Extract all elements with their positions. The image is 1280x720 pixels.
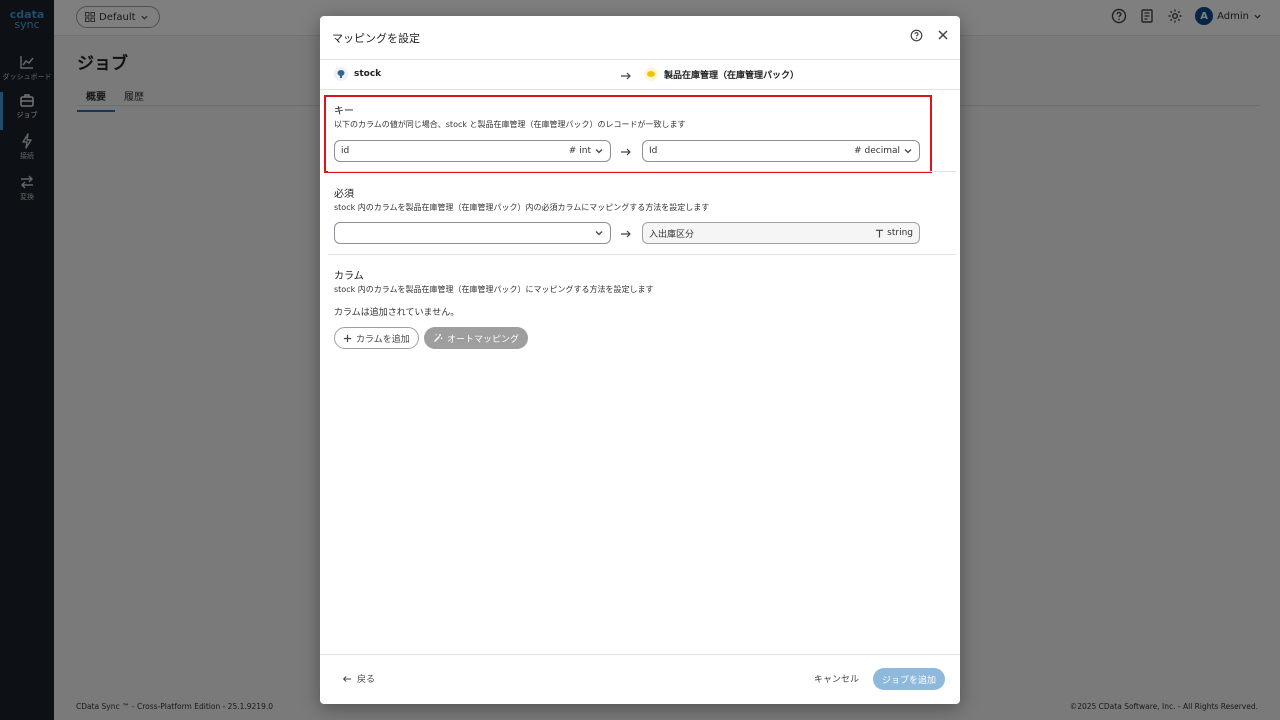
plus-icon: [343, 334, 352, 342]
chevron-down-icon: [595, 149, 603, 154]
divider: [328, 254, 956, 255]
arrow-right-icon: [621, 230, 631, 238]
postgres-icon: [334, 67, 348, 81]
required-section-title: 必須: [334, 189, 354, 200]
hash-icon: #: [853, 146, 862, 156]
key-source-value: id: [341, 146, 350, 156]
mapping-dialog: マッピングを設定 stock 製品在庫管理（在庫管理パック） キー 以下のカラム…: [320, 16, 960, 704]
add-column-button[interactable]: カラムを追加: [334, 327, 419, 349]
divider: [328, 171, 956, 172]
arrow-right-icon: [621, 72, 631, 80]
destination-name: 製品在庫管理（在庫管理パック）: [664, 70, 800, 81]
add-job-button[interactable]: ジョブを追加: [873, 668, 946, 690]
columns-empty-message: カラムは追加されていません。: [334, 308, 460, 318]
key-dest-column-select[interactable]: Id # decimal: [642, 140, 920, 162]
key-section-description: 以下のカラムの値が同じ場合、stock と製品在庫管理（在庫管理パック）のレコー…: [334, 120, 686, 129]
required-dest-column: 入出庫区分 string: [642, 222, 920, 244]
hash-icon: #: [568, 146, 577, 156]
mapping-header: stock 製品在庫管理（在庫管理パック）: [334, 67, 946, 85]
kintone-icon: [644, 67, 658, 81]
back-label: 戻る: [357, 675, 376, 685]
destination-table: 製品在庫管理（在庫管理パック）: [644, 67, 799, 81]
source-name: stock: [354, 69, 382, 79]
dialog-title: マッピングを設定: [332, 32, 420, 45]
cancel-button[interactable]: キャンセル: [814, 672, 859, 685]
chevron-down-icon: [595, 231, 603, 236]
help-icon[interactable]: [910, 29, 923, 42]
auto-mapping-label: オートマッピング: [447, 334, 520, 345]
columns-section-title: カラム: [334, 271, 364, 282]
arrow-left-icon: [342, 675, 352, 682]
key-dest-value: Id: [649, 146, 658, 156]
arrow-right-icon: [621, 148, 631, 156]
chevron-down-icon: [904, 149, 912, 154]
required-dest-value: 入出庫区分: [649, 229, 695, 240]
required-dest-type: string: [887, 228, 913, 238]
auto-mapping-button[interactable]: オートマッピング: [424, 327, 529, 349]
back-button[interactable]: 戻る: [342, 672, 375, 685]
key-source-type: int: [579, 146, 591, 156]
divider: [320, 59, 960, 60]
required-source-column-select[interactable]: [334, 222, 611, 244]
magic-wand-icon: [434, 334, 443, 342]
key-dest-type: decimal: [864, 146, 900, 156]
divider: [320, 654, 960, 655]
add-column-label: カラムを追加: [356, 334, 410, 345]
required-section-description: stock 内のカラムを製品在庫管理（在庫管理パック）内の必須カラムにマッピング…: [334, 203, 710, 212]
key-source-column-select[interactable]: id # int: [334, 140, 611, 162]
columns-section-description: stock 内のカラムを製品在庫管理（在庫管理パック）にマッピングする方法を設定…: [334, 285, 654, 294]
divider: [320, 89, 960, 90]
close-icon[interactable]: [936, 28, 950, 42]
text-type-icon: [876, 229, 884, 238]
source-table: stock: [334, 67, 381, 81]
key-section-title: キー: [334, 106, 354, 117]
